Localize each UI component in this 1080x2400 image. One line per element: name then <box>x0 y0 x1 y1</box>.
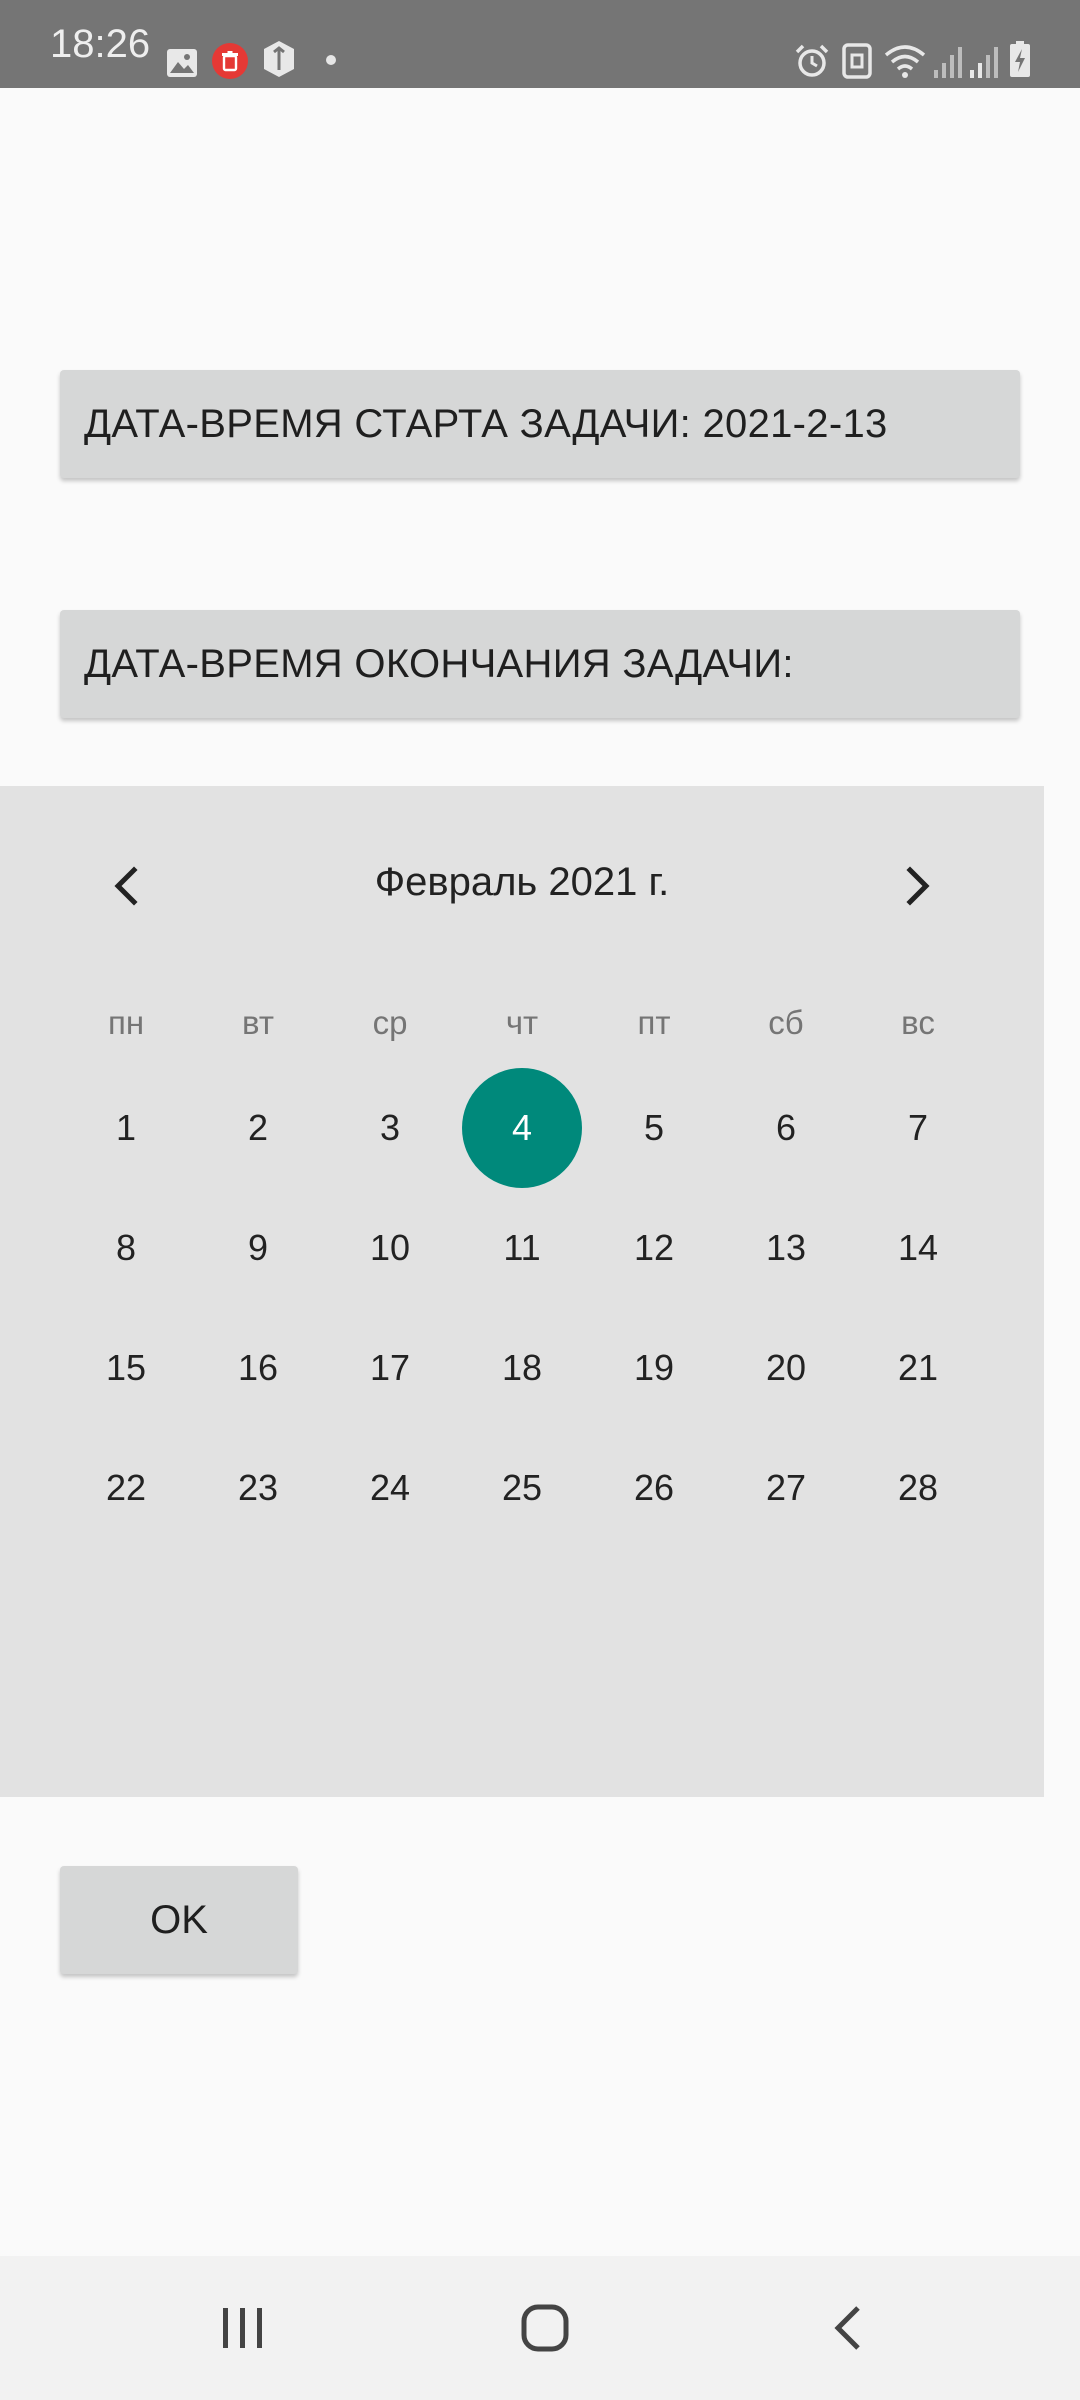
day-number: 11 <box>503 1227 541 1268</box>
status-bar: 18:26 <box>0 0 1080 88</box>
day-cell[interactable]: 9 <box>192 1188 324 1308</box>
day-number: 5 <box>643 1107 665 1148</box>
day-cell[interactable]: 19 <box>588 1308 720 1428</box>
day-number: 4 <box>462 1068 582 1188</box>
day-number: 1 <box>115 1107 137 1148</box>
day-number: 2 <box>247 1107 269 1148</box>
signal-icon <box>934 47 962 78</box>
day-cell[interactable]: 22 <box>60 1428 192 1548</box>
day-number: 12 <box>633 1227 675 1268</box>
battery-charging-icon <box>1010 41 1030 77</box>
day-cell[interactable]: 7 <box>852 1068 984 1188</box>
prev-month-button[interactable] <box>76 836 176 936</box>
navigation-bar <box>0 2256 1080 2400</box>
day-number: 28 <box>897 1467 939 1508</box>
day-number: 9 <box>247 1227 269 1268</box>
day-cell[interactable]: 24 <box>324 1428 456 1548</box>
day-number: 22 <box>105 1467 147 1508</box>
home-icon <box>521 2304 569 2352</box>
day-cell[interactable]: 5 <box>588 1068 720 1188</box>
weekday-label: вс <box>901 1004 935 1041</box>
day-cell[interactable]: 27 <box>720 1428 852 1548</box>
back-icon <box>834 2306 860 2350</box>
day-cell[interactable]: 3 <box>324 1068 456 1188</box>
image-icon <box>167 49 197 77</box>
delete-notification-icon <box>212 43 248 79</box>
day-cell[interactable]: 26 <box>588 1428 720 1548</box>
day-cell[interactable]: 20 <box>720 1308 852 1428</box>
day-cell[interactable]: 6 <box>720 1068 852 1188</box>
weekday-label: вт <box>242 1004 274 1041</box>
ok-button[interactable]: OK <box>60 1866 298 1974</box>
weekday-label: сб <box>768 1004 804 1041</box>
shield-icon <box>264 41 294 77</box>
calendar-picker: Февраль 2021 г. пн вт ср чт пт сб вс 123… <box>0 786 1044 1797</box>
day-cell[interactable]: 17 <box>324 1308 456 1428</box>
day-number: 27 <box>765 1467 807 1508</box>
day-number: 7 <box>907 1107 929 1148</box>
day-cell[interactable]: 12 <box>588 1188 720 1308</box>
day-cell[interactable]: 14 <box>852 1188 984 1308</box>
home-button[interactable] <box>495 2278 595 2378</box>
next-month-button[interactable] <box>868 836 968 936</box>
month-title: Февраль 2021 г. <box>374 860 670 904</box>
weekday-label: ср <box>372 1004 408 1041</box>
day-number: 6 <box>775 1107 797 1148</box>
day-cell[interactable]: 28 <box>852 1428 984 1548</box>
nfc-icon <box>842 43 872 79</box>
wifi-icon <box>884 45 926 78</box>
day-cell[interactable]: 23 <box>192 1428 324 1548</box>
day-number: 10 <box>369 1227 411 1268</box>
day-number: 17 <box>369 1347 411 1388</box>
day-cell[interactable]: 18 <box>456 1308 588 1428</box>
day-cell[interactable]: 15 <box>60 1308 192 1428</box>
day-number: 26 <box>633 1467 675 1508</box>
status-time: 18:26 <box>50 22 151 66</box>
weekday-label: пн <box>107 1004 145 1041</box>
day-number: 25 <box>501 1467 543 1508</box>
weekday-header: пн вт ср чт пт сб вс <box>60 1004 984 1044</box>
day-number: 21 <box>897 1347 939 1388</box>
chevron-right-icon <box>906 866 930 906</box>
day-cell[interactable]: 16 <box>192 1308 324 1428</box>
day-number: 16 <box>237 1347 279 1388</box>
day-cell[interactable]: 25 <box>456 1428 588 1548</box>
day-cell-selected[interactable]: 4 <box>456 1068 588 1188</box>
day-number: 8 <box>115 1227 137 1268</box>
day-number: 18 <box>501 1347 543 1388</box>
day-number: 3 <box>379 1107 401 1148</box>
dot-icon <box>326 55 336 65</box>
day-cell[interactable]: 1 <box>60 1068 192 1188</box>
day-number: 15 <box>105 1347 147 1388</box>
day-number: 13 <box>765 1227 807 1268</box>
day-cell[interactable]: 11 <box>456 1188 588 1308</box>
back-button[interactable] <box>798 2278 898 2378</box>
start-datetime-button[interactable]: ДАТА-ВРЕМЯ СТАРТА ЗАДАЧИ: 2021-2-13 <box>60 370 1020 478</box>
recent-apps-icon <box>223 2308 262 2348</box>
day-number: 20 <box>765 1347 807 1388</box>
weekday-label: пт <box>637 1004 671 1041</box>
signal-icon <box>970 47 998 78</box>
day-cell[interactable]: 8 <box>60 1188 192 1308</box>
day-cell[interactable]: 13 <box>720 1188 852 1308</box>
day-cell[interactable]: 10 <box>324 1188 456 1308</box>
alarm-icon <box>795 44 829 77</box>
day-number: 24 <box>369 1467 411 1508</box>
chevron-left-icon <box>114 866 138 906</box>
end-datetime-button[interactable]: ДАТА-ВРЕМЯ ОКОНЧАНИЯ ЗАДАЧИ: <box>60 610 1020 718</box>
day-number: 23 <box>237 1467 279 1508</box>
weekday-label: чт <box>505 1004 539 1041</box>
recent-apps-button[interactable] <box>192 2278 292 2378</box>
day-cell[interactable]: 2 <box>192 1068 324 1188</box>
day-number: 19 <box>633 1347 675 1388</box>
day-number: 14 <box>897 1227 939 1268</box>
day-cell[interactable]: 21 <box>852 1308 984 1428</box>
